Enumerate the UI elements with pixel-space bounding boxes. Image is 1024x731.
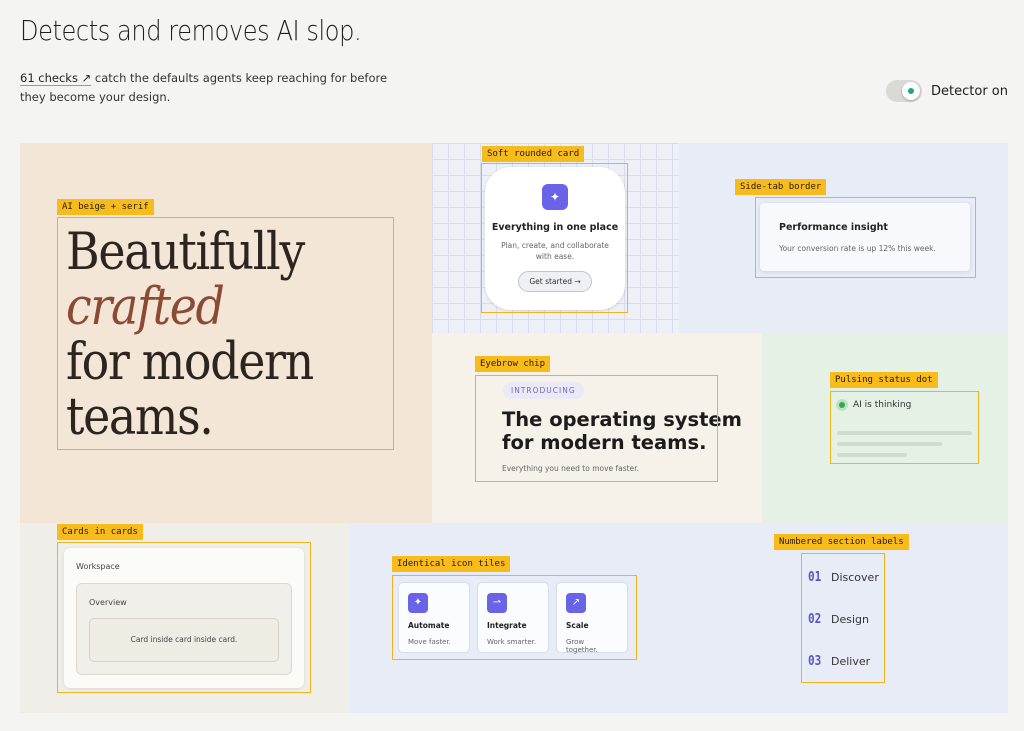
sparkle-icon: ✦ bbox=[408, 593, 428, 613]
outer-card-label: Workspace bbox=[76, 562, 120, 571]
eyebrow-subtext: Everything you need to move faster. bbox=[502, 464, 640, 473]
get-started-button[interactable]: Get started → bbox=[518, 271, 592, 292]
section-label: Discover bbox=[831, 571, 879, 584]
insight-title: Performance insight bbox=[779, 222, 888, 233]
section-design[interactable]: 02 Design bbox=[808, 609, 879, 630]
sparkle-icon: ✦ bbox=[542, 184, 568, 210]
serif-line-1: Beautifully bbox=[66, 223, 305, 282]
section-number: 01 bbox=[808, 570, 822, 585]
panel-ai-beige-serif: AI beige + serif Beautifully crafted for… bbox=[20, 143, 432, 523]
checks-link[interactable]: 61 checks ↗ bbox=[20, 71, 91, 85]
inner-card: Card inside card inside card. bbox=[89, 618, 279, 662]
tile-description: Move faster. bbox=[408, 638, 451, 646]
panel-pulsing-status-dot: Pulsing status dot AI is thinking bbox=[762, 333, 1008, 523]
page-title: Detects and removes AI slop. bbox=[20, 14, 362, 47]
tag-eyebrow-chip: Eyebrow chip bbox=[475, 356, 551, 372]
serif-line-accent: crafted bbox=[66, 278, 225, 337]
eyebrow-heading: The operating system for modern teams. bbox=[502, 408, 742, 454]
card-title: Everything in one place bbox=[491, 222, 619, 233]
insight-card: Performance insight Your conversion rate… bbox=[760, 203, 970, 271]
tile-integrate[interactable]: ⇀ Integrate Work smarter. bbox=[477, 582, 549, 653]
serif-line-3: for modern bbox=[66, 333, 314, 392]
tag-cards-in-cards: Cards in cards bbox=[57, 524, 143, 540]
middle-card-label: Overview bbox=[89, 598, 127, 607]
detector-toggle[interactable] bbox=[886, 80, 923, 102]
tile-title: Automate bbox=[408, 621, 450, 630]
section-number: 02 bbox=[808, 612, 822, 627]
panel-eyebrow-chip: Eyebrow chip INTRODUCING The operating s… bbox=[432, 333, 762, 523]
detector-toggle-group: Detector on bbox=[886, 80, 1008, 102]
panel-soft-rounded-card: Soft rounded card ✦ Everything in one pl… bbox=[432, 143, 679, 333]
tag-soft-rounded-card: Soft rounded card bbox=[482, 146, 585, 162]
detector-toggle-label: Detector on bbox=[931, 83, 1008, 99]
tag-identical-icon-tiles: Identical icon tiles bbox=[392, 556, 511, 572]
tag-numbered-section-labels: Numbered section labels bbox=[774, 534, 909, 550]
section-discover[interactable]: 01 Discover bbox=[808, 567, 879, 588]
middle-card: Overview Card inside card inside card. bbox=[76, 583, 292, 675]
toggle-knob bbox=[902, 82, 921, 100]
serif-headline: Beautifully crafted for modern teams. bbox=[66, 223, 314, 447]
tag-pulsing-status-dot: Pulsing status dot bbox=[830, 372, 938, 388]
arrow-up-right-icon: ↗ bbox=[566, 593, 586, 613]
tile-title: Integrate bbox=[487, 621, 527, 630]
heading-line-2: for modern teams. bbox=[502, 431, 707, 454]
section-label: Deliver bbox=[831, 655, 871, 668]
section-number: 03 bbox=[808, 654, 822, 669]
status-row: AI is thinking bbox=[836, 399, 911, 411]
serif-line-4: teams. bbox=[66, 388, 214, 447]
soft-rounded-card: ✦ Everything in one place Plan, create, … bbox=[485, 167, 625, 310]
integrate-icon: ⇀ bbox=[487, 593, 507, 613]
panel-side-tab-border: Side-tab border Performance insight Your… bbox=[679, 143, 1008, 333]
tag-side-tab-border: Side-tab border bbox=[735, 179, 827, 195]
tile-description: Work smarter. bbox=[487, 638, 537, 646]
heading-line-1: The operating system bbox=[502, 408, 742, 431]
intro-text: 61 checks ↗ catch the defaults agents ke… bbox=[20, 69, 400, 107]
status-dot-icon bbox=[836, 399, 848, 411]
tile-description: Grow together. bbox=[566, 638, 598, 654]
examples-grid: AI beige + serif Beautifully crafted for… bbox=[20, 143, 1008, 713]
skeleton-line bbox=[837, 453, 907, 457]
skeleton-line bbox=[837, 431, 972, 435]
panel-numbered-section-labels: Numbered section labels 01 Discover 02 D… bbox=[679, 523, 1008, 713]
status-text: AI is thinking bbox=[853, 400, 912, 410]
numbered-list: 01 Discover 02 Design 03 Deliver bbox=[808, 567, 879, 693]
outer-card: Workspace Overview Card inside card insi… bbox=[64, 548, 304, 688]
tile-automate[interactable]: ✦ Automate Move faster. bbox=[398, 582, 470, 653]
section-label: Design bbox=[831, 613, 869, 626]
tag-ai-beige-serif: AI beige + serif bbox=[57, 199, 154, 215]
panel-cards-in-cards: Cards in cards Workspace Overview Card i… bbox=[20, 523, 349, 713]
tile-title: Scale bbox=[566, 621, 589, 630]
icon-tiles-row: ✦ Automate Move faster. ⇀ Integrate Work… bbox=[398, 582, 628, 654]
section-deliver[interactable]: 03 Deliver bbox=[808, 651, 879, 672]
skeleton-line bbox=[837, 442, 942, 446]
card-description: Plan, create, and collaborate with ease. bbox=[501, 241, 609, 261]
insight-description: Your conversion rate is up 12% this week… bbox=[779, 244, 936, 253]
tile-scale[interactable]: ↗ Scale Grow together. bbox=[556, 582, 628, 654]
eyebrow-chip: INTRODUCING bbox=[503, 382, 584, 399]
